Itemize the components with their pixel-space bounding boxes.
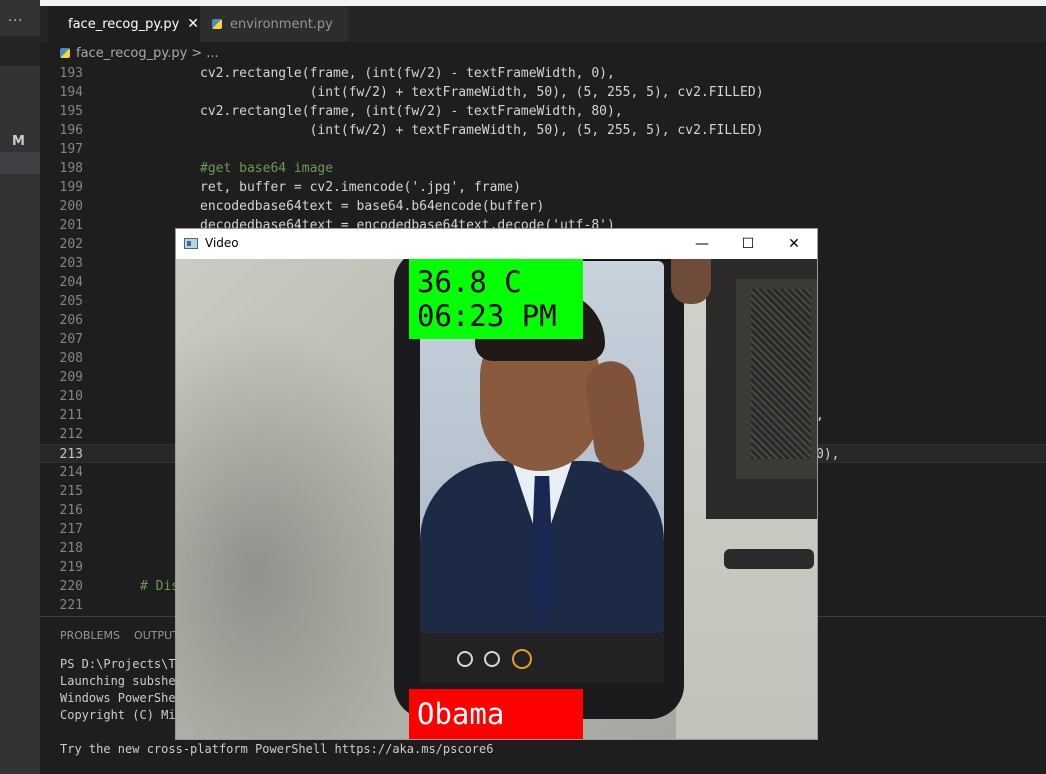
line-number: 210: [59, 389, 83, 404]
line-number: 218: [59, 541, 83, 556]
temperature-reading: 36.8 C: [417, 265, 522, 299]
code-text: # Dis: [140, 579, 180, 594]
code-fragment: ,: [816, 408, 824, 423]
breadcrumb-file[interactable]: face_recog_py.py: [76, 46, 187, 61]
line-number: 214: [59, 465, 83, 480]
line-number: 220: [59, 579, 83, 594]
code-text: cv2.rectangle(frame, (int(fw/2) - textFr…: [200, 104, 623, 119]
line-number: 217: [59, 522, 83, 537]
line-number: 213: [59, 447, 83, 462]
code-line[interactable]: 196 (int(fw/2) + textFrameWidth, 50), (5…: [40, 121, 1046, 140]
code-text: ret, buffer = cv2.imencode('.jpg', frame…: [200, 180, 521, 195]
tab-output[interactable]: OUTPUT: [134, 629, 179, 642]
panel-tabs: PROBLEMS OUTPUT: [60, 629, 179, 642]
time-reading: 06:23 PM: [417, 299, 557, 333]
video-window-title: Video: [205, 236, 239, 250]
python-file-icon: [212, 19, 222, 29]
code-text: (int(fw/2) + textFrameWidth, 50), (5, 25…: [200, 123, 764, 138]
speaker-mesh: [751, 289, 811, 459]
code-line[interactable]: 194 (int(fw/2) + textFrameWidth, 50), (5…: [40, 83, 1046, 102]
nav-button-icon: [512, 649, 532, 669]
scm-modified-badge: M: [12, 134, 25, 149]
maximize-button[interactable]: ☐: [725, 229, 771, 259]
editor-tab-bar: face_recog_py.py ✕ environment.py: [40, 6, 1046, 42]
code-line[interactable]: 195 cv2.rectangle(frame, (int(fw/2) - tex…: [40, 102, 1046, 121]
code-text: #get base64 image: [200, 161, 334, 176]
activity-selected-item[interactable]: [0, 152, 40, 174]
line-number: 209: [59, 370, 83, 385]
line-number: 212: [59, 427, 83, 442]
breadcrumb: face_recog_py.py > ...: [40, 42, 1046, 64]
minimize-button[interactable]: —: [679, 229, 725, 259]
line-number: 219: [59, 560, 83, 575]
python-file-icon: [60, 48, 70, 58]
code-line[interactable]: 193 cv2.rectangle(frame, (int(fw/2) - tex…: [40, 64, 1046, 83]
line-number: 196: [59, 123, 83, 138]
close-button[interactable]: ✕: [771, 229, 817, 259]
more-actions-icon[interactable]: ···: [8, 14, 23, 29]
nav-button-icon: [484, 651, 500, 667]
tab-environment[interactable]: environment.py: [200, 6, 348, 42]
line-number: 215: [59, 484, 83, 499]
close-tab-icon[interactable]: ✕: [187, 16, 199, 32]
tab-face-recog[interactable]: face_recog_py.py ✕: [48, 6, 200, 42]
video-window[interactable]: Video — ☐ ✕ 36.8 C 06:23 PM Obama: [176, 229, 817, 739]
tab-label: face_recog_py.py: [68, 16, 180, 32]
recognized-name: Obama: [417, 697, 505, 731]
line-number: 221: [59, 598, 83, 613]
window-app-icon: [184, 238, 198, 249]
line-number: 211: [59, 408, 83, 423]
nav-button-icon: [457, 651, 473, 667]
line-number: 194: [59, 85, 83, 100]
line-number: 207: [59, 332, 83, 347]
power-strip: [724, 549, 814, 569]
code-line[interactable]: 197: [40, 140, 1046, 159]
code-text: (int(fw/2) + textFrameWidth, 50), (5, 25…: [200, 85, 764, 100]
activity-bar: ··· M: [0, 0, 40, 774]
line-number: 204: [59, 275, 83, 290]
breadcrumb-symbol[interactable]: ...: [206, 46, 218, 61]
line-number: 203: [59, 256, 83, 271]
activity-bar-gap: [0, 36, 40, 66]
line-number: 199: [59, 180, 83, 195]
line-number: 197: [59, 142, 83, 157]
tab-problems[interactable]: PROBLEMS: [60, 629, 120, 642]
line-number: 208: [59, 351, 83, 366]
line-number: 193: [59, 66, 83, 81]
code-fragment: 0),: [816, 447, 840, 462]
line-number: 195: [59, 104, 83, 119]
code-text: encodedbase64text = base64.b64encode(buf…: [200, 199, 545, 214]
finger: [671, 259, 711, 304]
code-line[interactable]: 200 encodedbase64text = base64.b64encode(…: [40, 197, 1046, 216]
line-number: 205: [59, 294, 83, 309]
line-number: 216: [59, 503, 83, 518]
line-number: 200: [59, 199, 83, 214]
photo-hand: [582, 358, 648, 474]
terminal-line: Try the new cross-platform PowerShell ht…: [60, 742, 494, 756]
line-number: 202: [59, 237, 83, 252]
line-number: 201: [59, 218, 83, 233]
temperature-overlay-text: 36.8 C 06:23 PM: [417, 265, 557, 333]
code-line[interactable]: 198 #get base64 image: [40, 159, 1046, 178]
tab-label: environment.py: [230, 16, 333, 32]
video-title-bar[interactable]: Video — ☐ ✕: [176, 229, 817, 259]
code-text: cv2.rectangle(frame, (int(fw/2) - textFr…: [200, 66, 615, 81]
line-number: 198: [59, 161, 83, 176]
code-line[interactable]: 199 ret, buffer = cv2.imencode('.jpg', fr…: [40, 178, 1046, 197]
camera-frame: 36.8 C 06:23 PM Obama: [176, 259, 817, 739]
line-number: 206: [59, 313, 83, 328]
breadcrumb-separator: >: [191, 45, 203, 61]
